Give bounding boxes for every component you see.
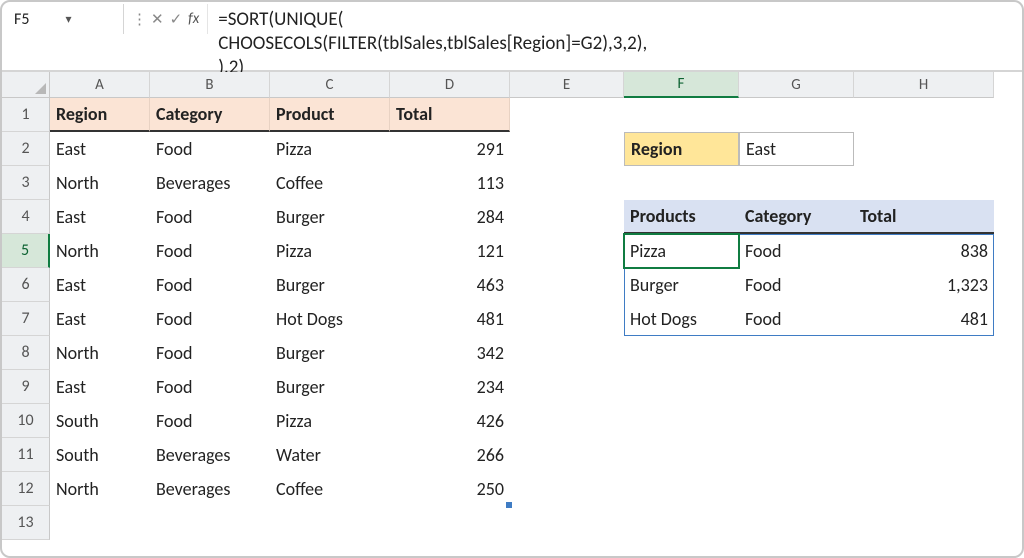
cell-B7[interactable]: Food [150,302,270,336]
cell-B2[interactable]: Food [150,132,270,166]
cell-G7[interactable]: Food [739,302,854,336]
cell-D10[interactable]: 426 [390,404,510,438]
cell-B5[interactable]: Food [150,234,270,268]
cell-G5[interactable]: Food [739,234,854,268]
cell-C12[interactable]: Coffee [270,472,390,506]
name-box[interactable]: F5 ▾ [6,4,124,34]
cell-D9[interactable]: 234 [390,370,510,404]
cell-B10[interactable]: Food [150,404,270,438]
column-header-B[interactable]: B [150,72,270,98]
cell-A12[interactable]: North [50,472,150,506]
column-header-H[interactable]: H [854,72,994,98]
column-header-G[interactable]: G [739,72,854,98]
cell-C6[interactable]: Burger [270,268,390,302]
cell-B8[interactable]: Food [150,336,270,370]
row-header-5[interactable]: 5 [2,234,50,268]
row-headers: 12345678910111213 [2,98,50,556]
cancel-icon[interactable] [151,10,164,29]
cell-B11[interactable]: Beverages [150,438,270,472]
cell-A9[interactable]: East [50,370,150,404]
row-header-3[interactable]: 3 [2,166,50,200]
column-header-A[interactable]: A [50,72,150,98]
cell-H4[interactable]: Total [854,200,994,234]
cell-A11[interactable]: South [50,438,150,472]
row-header-4[interactable]: 4 [2,200,50,234]
column-header-C[interactable]: C [270,72,390,98]
cell-D5[interactable]: 121 [390,234,510,268]
cell-F2[interactable]: Region [624,132,739,166]
cell-C1[interactable]: Product [270,98,390,132]
more-icon[interactable]: ⋮ [132,10,145,29]
excel-window: F5 ▾ ⋮ fx =SORT(UNIQUE( CHOOSECOLS(FILTE… [0,0,1024,558]
cell-D4[interactable]: 284 [390,200,510,234]
cell-C3[interactable]: Coffee [270,166,390,200]
cell-C4[interactable]: Burger [270,200,390,234]
cell-F7[interactable]: Hot Dogs [624,302,739,336]
cell-A10[interactable]: South [50,404,150,438]
cell-A5[interactable]: North [50,234,150,268]
cell-reference: F5 [14,10,66,29]
cell-F5[interactable]: Pizza [624,234,739,268]
cell-D12[interactable]: 250 [390,472,510,506]
cell-G6[interactable]: Food [739,268,854,302]
row-header-10[interactable]: 10 [2,404,50,438]
cell-H7[interactable]: 481 [854,302,994,336]
cell-C11[interactable]: Water [270,438,390,472]
cell-A4[interactable]: East [50,200,150,234]
cells-area[interactable]: RegionCategoryProductTotalEastFoodPizza2… [50,98,1022,556]
cell-G4[interactable]: Category [739,200,854,234]
row-header-8[interactable]: 8 [2,336,50,370]
row-header-11[interactable]: 11 [2,438,50,472]
column-header-D[interactable]: D [390,72,510,98]
row-header-9[interactable]: 9 [2,370,50,404]
row-header-13[interactable]: 13 [2,506,50,540]
row-header-6[interactable]: 6 [2,268,50,302]
row-header-12[interactable]: 12 [2,472,50,506]
cell-G2[interactable]: East [739,132,854,166]
chevron-down-icon[interactable]: ▾ [66,12,118,27]
column-header-F[interactable]: F [624,72,739,98]
cell-B6[interactable]: Food [150,268,270,302]
row-header-2[interactable]: 2 [2,132,50,166]
cell-C5[interactable]: Pizza [270,234,390,268]
cell-A3[interactable]: North [50,166,150,200]
formula-controls: ⋮ fx [124,4,208,34]
cell-D2[interactable]: 291 [390,132,510,166]
cell-C7[interactable]: Hot Dogs [270,302,390,336]
row-header-1[interactable]: 1 [2,98,50,132]
cell-D1[interactable]: Total [390,98,510,132]
cell-D7[interactable]: 481 [390,302,510,336]
cell-C9[interactable]: Burger [270,370,390,404]
select-all-corner[interactable] [2,72,50,98]
column-header-E[interactable]: E [510,72,624,98]
cell-D8[interactable]: 342 [390,336,510,370]
cell-A8[interactable]: North [50,336,150,370]
cell-D11[interactable]: 266 [390,438,510,472]
cell-F6[interactable]: Burger [624,268,739,302]
cell-B3[interactable]: Beverages [150,166,270,200]
cell-C8[interactable]: Burger [270,336,390,370]
cell-F4[interactable]: Products [624,200,739,234]
cell-D6[interactable]: 463 [390,268,510,302]
formula-input[interactable]: =SORT(UNIQUE( CHOOSECOLS(FILTER(tblSales… [208,4,1022,79]
row-header-7[interactable]: 7 [2,302,50,336]
cell-B4[interactable]: Food [150,200,270,234]
cell-A6[interactable]: East [50,268,150,302]
spreadsheet-grid[interactable]: ABCDEFGH 12345678910111213 RegionCategor… [2,72,1022,556]
cell-C10[interactable]: Pizza [270,404,390,438]
cell-D3[interactable]: 113 [390,166,510,200]
fx-icon[interactable]: fx [188,10,199,28]
cell-B1[interactable]: Category [150,98,270,132]
formula-bar: F5 ▾ ⋮ fx =SORT(UNIQUE( CHOOSECOLS(FILTE… [2,2,1022,72]
cell-C2[interactable]: Pizza [270,132,390,166]
cell-B9[interactable]: Food [150,370,270,404]
cell-A1[interactable]: Region [50,98,150,132]
cell-H6[interactable]: 1,323 [854,268,994,302]
cell-H5[interactable]: 838 [854,234,994,268]
column-headers: ABCDEFGH [50,72,1022,98]
cell-A7[interactable]: East [50,302,150,336]
cell-B12[interactable]: Beverages [150,472,270,506]
enter-icon[interactable] [170,10,183,29]
cell-A2[interactable]: East [50,132,150,166]
